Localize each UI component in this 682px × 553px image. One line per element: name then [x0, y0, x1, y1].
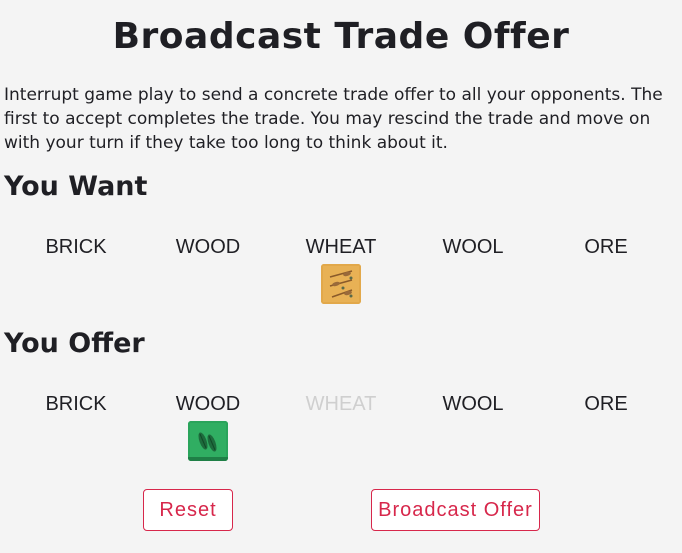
- dialog-title: Broadcast Trade Offer: [112, 16, 570, 57]
- wood-card-icon[interactable]: [188, 421, 228, 461]
- offer-ore-label: ORE: [584, 393, 628, 415]
- want-wood[interactable]: WOOD: [142, 235, 274, 259]
- dialog-description: Interrupt game play to send a concrete t…: [4, 85, 663, 153]
- want-heading: You Want: [4, 171, 148, 202]
- trade-offer-dialog: Broadcast Trade Offer Interrupt game pla…: [0, 0, 682, 553]
- reset-button[interactable]: Reset: [143, 489, 233, 531]
- offer-wheat[interactable]: WHEAT: [275, 392, 407, 416]
- want-brick-label: BRICK: [45, 236, 107, 258]
- offer-wood-label: WOOD: [175, 393, 241, 415]
- offer-wheat-label: WHEAT: [305, 393, 377, 415]
- want-wool[interactable]: WOOL: [407, 235, 539, 259]
- broadcast-offer-button[interactable]: Broadcast Offer: [371, 489, 540, 531]
- want-resource-row: BRICK WOOD WHEAT WOOL ORE: [10, 235, 674, 315]
- offer-wool[interactable]: WOOL: [407, 392, 539, 416]
- offer-wood[interactable]: WOOD: [142, 392, 274, 461]
- want-brick[interactable]: BRICK: [10, 235, 142, 259]
- wheat-card-icon[interactable]: [321, 264, 361, 304]
- offer-wool-label: WOOL: [442, 393, 504, 415]
- offer-brick[interactable]: BRICK: [10, 392, 142, 416]
- offer-brick-label: BRICK: [45, 393, 107, 415]
- want-wood-label: WOOD: [175, 236, 241, 258]
- want-ore[interactable]: ORE: [540, 235, 672, 259]
- offer-resource-row: BRICK WOOD WHEAT WOOL ORE: [10, 392, 674, 472]
- want-wheat[interactable]: WHEAT: [275, 235, 407, 304]
- want-wheat-label: WHEAT: [305, 236, 377, 258]
- offer-ore[interactable]: ORE: [540, 392, 672, 416]
- want-ore-label: ORE: [584, 236, 628, 258]
- offer-heading: You Offer: [4, 328, 145, 359]
- want-wool-label: WOOL: [442, 236, 504, 258]
